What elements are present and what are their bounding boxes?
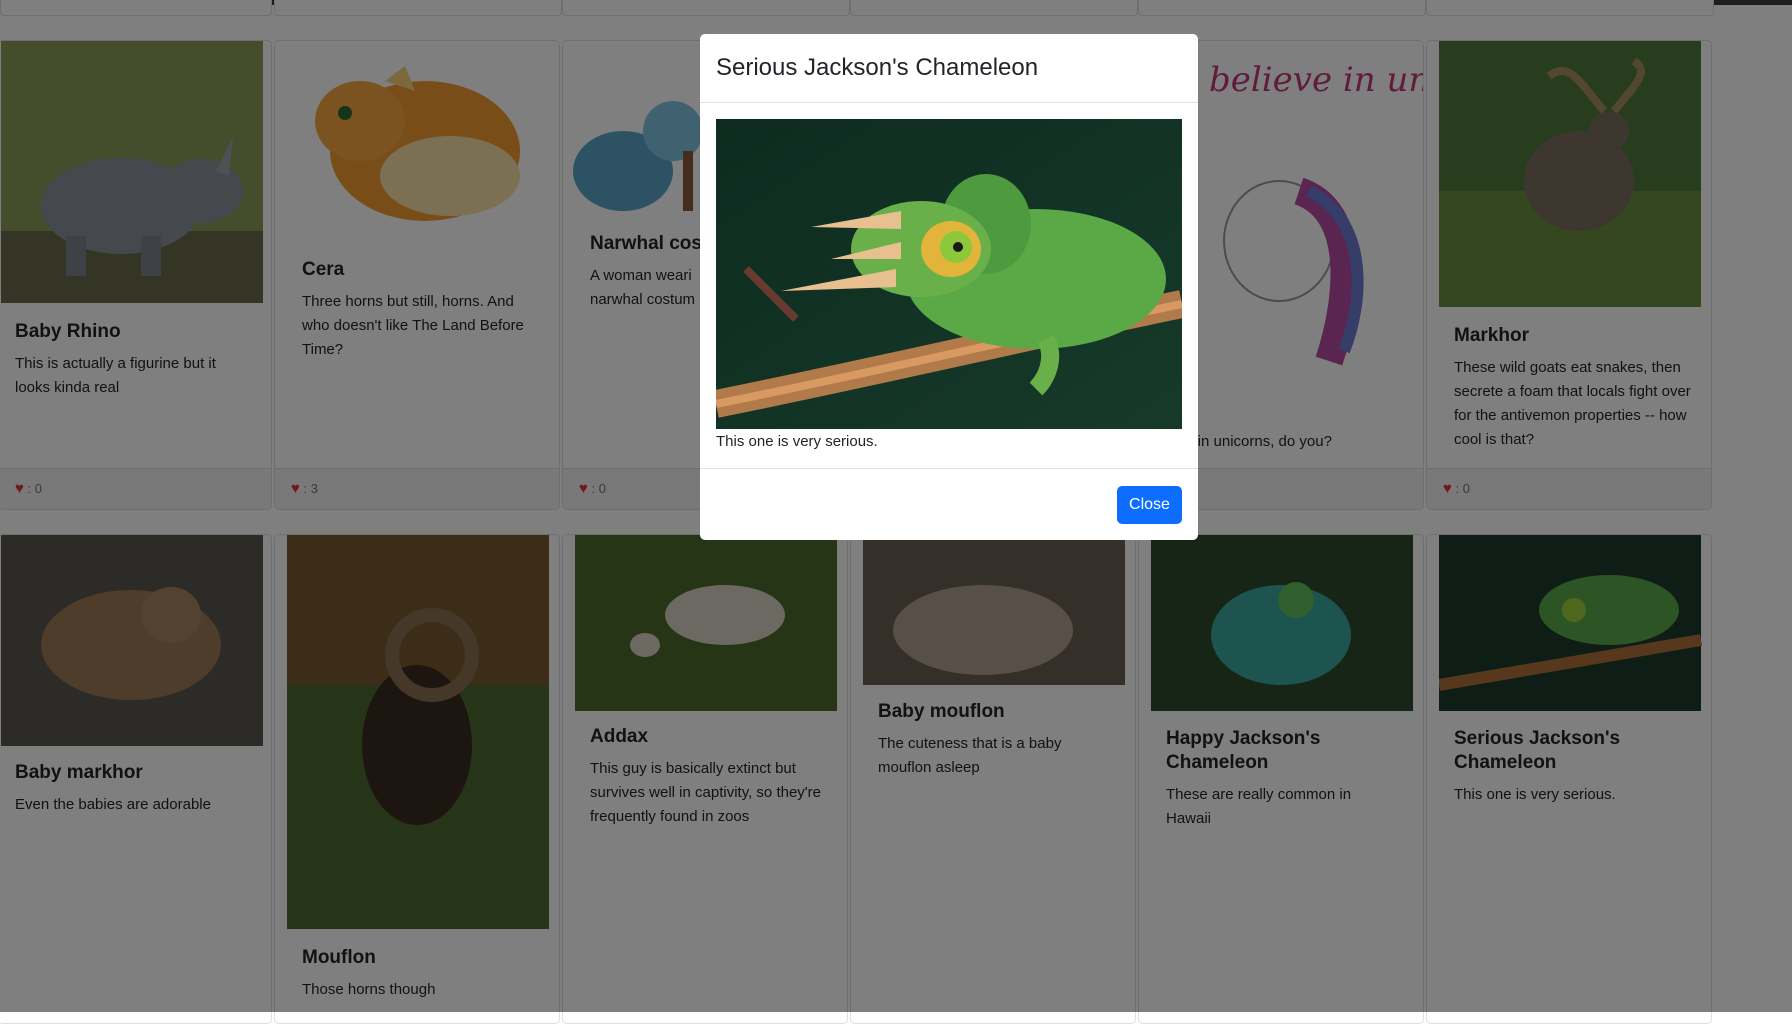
image-modal: Serious Jackson's Chameleon This one is … <box>700 34 1198 540</box>
close-button[interactable]: Close <box>1117 486 1182 524</box>
modal-header: Serious Jackson's Chameleon <box>700 34 1198 103</box>
modal-image <box>716 119 1182 429</box>
modal-title: Serious Jackson's Chameleon <box>716 54 1039 81</box>
modal-footer: Close <box>700 468 1198 540</box>
modal-caption: This one is very serious. <box>716 433 878 450</box>
